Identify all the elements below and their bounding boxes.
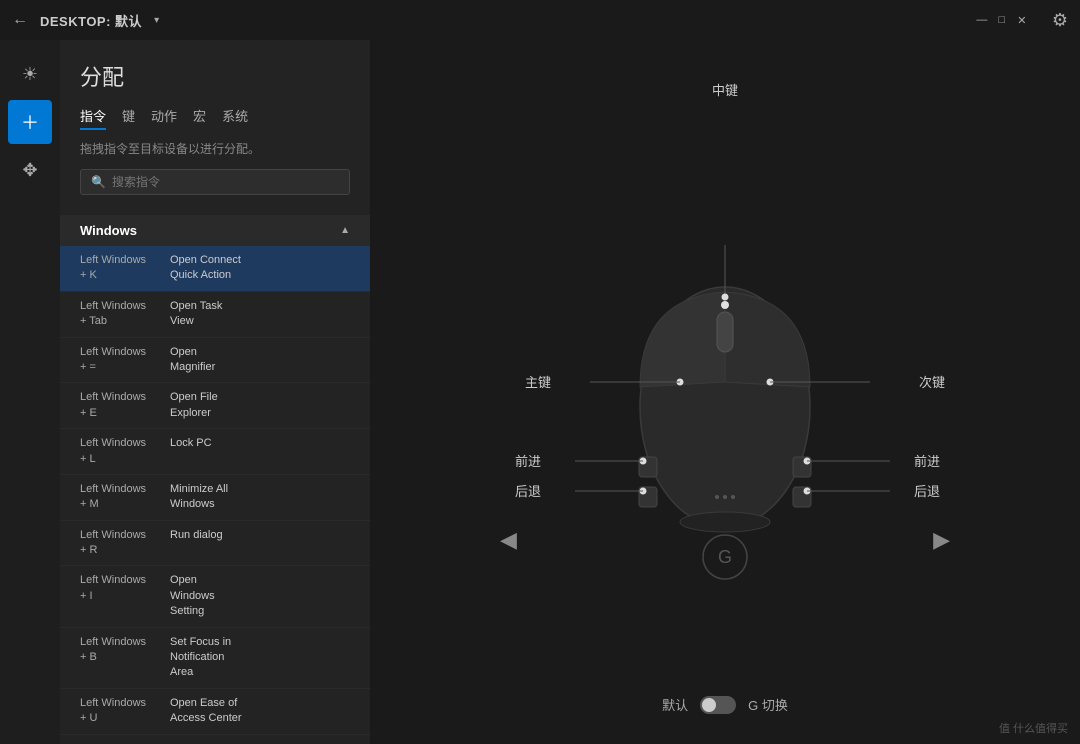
command-label: Open Task View <box>170 299 350 330</box>
mouse-area: 中键 <box>370 40 1080 744</box>
tab-action[interactable]: 动作 <box>151 106 177 130</box>
label-secondary-key: 次键 <box>919 372 945 391</box>
page-title: DESKTOP: 默认 <box>40 11 142 30</box>
command-label: Open Magnifier <box>170 345 350 376</box>
command-shortcut: Left Windows + L <box>80 436 170 467</box>
command-label: Minimize All Windows <box>170 482 350 513</box>
command-row[interactable]: Left Windows + MMinimize All Windows <box>60 475 370 521</box>
label-left-back: 后退 <box>515 481 541 500</box>
commands-header: 分配 指令 键 动作 宏 系统 拖拽指令至目标设备以进行分配。 🔍 <box>60 40 370 215</box>
commands-panel: 分配 指令 键 动作 宏 系统 拖拽指令至目标设备以进行分配。 🔍 Window… <box>60 40 370 744</box>
tab-key[interactable]: 键 <box>122 106 135 130</box>
category-windows[interactable]: Windows ▲ <box>60 215 370 246</box>
watermark: 值 什么值得买 <box>999 720 1068 736</box>
chevron-up-icon: ▲ <box>340 225 350 236</box>
command-label: Open Ease of Access Center <box>170 696 350 727</box>
command-row[interactable]: Left Windows + =Open Magnifier <box>60 338 370 384</box>
command-row[interactable]: Left Windows + IOpen Windows Setting <box>60 566 370 627</box>
command-shortcut: Left Windows + = <box>80 345 170 376</box>
command-label: Open Windows Setting <box>170 573 350 619</box>
label-right-back: 后退 <box>914 481 940 500</box>
search-box: 🔍 <box>80 169 350 195</box>
command-row[interactable]: Left Windows + TabOpen Task View <box>60 292 370 338</box>
command-shortcut: Left Windows + M <box>80 482 170 513</box>
command-shortcut: Left Windows + U <box>80 696 170 727</box>
mouse-svg: G <box>495 187 955 617</box>
toggle-knob <box>702 698 716 712</box>
command-row[interactable]: Left Windows + EOpen File Explorer <box>60 383 370 429</box>
command-label: Run dialog <box>170 528 350 543</box>
command-shortcut: Left Windows + Tab <box>80 299 170 330</box>
toggle-label-g: G 切换 <box>748 695 788 714</box>
command-row[interactable]: Left Windows + XOpen Quick Links <box>60 735 370 744</box>
label-main-key: 主键 <box>525 372 551 391</box>
icon-sidebar: ☀ ＋ ✥ <box>0 40 60 744</box>
toggle-switch[interactable] <box>700 696 736 714</box>
sidebar-icon-add[interactable]: ＋ <box>8 100 52 144</box>
commands-tabs: 指令 键 动作 宏 系统 <box>80 106 350 130</box>
settings-button[interactable]: ⚙ <box>1052 10 1068 31</box>
category-label: Windows <box>80 223 137 238</box>
minimize-button[interactable]: — <box>976 14 988 26</box>
svg-text:G: G <box>718 547 732 567</box>
command-row[interactable]: Left Windows + BSet Focus in Notificatio… <box>60 628 370 689</box>
search-icon: 🔍 <box>91 175 106 189</box>
commands-list: Windows ▲ Left Windows + KOpen Connect Q… <box>60 215 370 744</box>
command-label: Lock PC <box>170 436 350 451</box>
back-button[interactable]: ← <box>12 11 28 29</box>
nav-left-button[interactable]: ◀ <box>500 527 517 553</box>
command-label: Set Focus in Notification Area <box>170 635 350 681</box>
command-rows-container: Left Windows + KOpen Connect Quick Actio… <box>60 246 370 744</box>
main-layout: ☀ ＋ ✥ 分配 指令 键 动作 宏 系统 拖拽指令至目标设备以进行分配。 🔍 … <box>0 40 1080 744</box>
label-right-forward: 前进 <box>914 451 940 470</box>
command-row[interactable]: Left Windows + UOpen Ease of Access Cent… <box>60 689 370 735</box>
command-shortcut: Left Windows + K <box>80 253 170 284</box>
command-shortcut: Left Windows + E <box>80 390 170 421</box>
mouse-diagram: G <box>495 187 955 617</box>
command-row[interactable]: Left Windows + LLock PC <box>60 429 370 475</box>
search-input[interactable] <box>112 175 339 189</box>
close-button[interactable]: ✕ <box>1016 14 1028 26</box>
commands-description: 拖拽指令至目标设备以进行分配。 <box>80 140 350 157</box>
label-middle-button: 中键 <box>712 80 738 99</box>
tab-command[interactable]: 指令 <box>80 106 106 130</box>
command-row[interactable]: Left Windows + RRun dialog <box>60 521 370 567</box>
tab-system[interactable]: 系统 <box>222 106 248 130</box>
tab-macro[interactable]: 宏 <box>193 106 206 130</box>
title-bar: ← DESKTOP: 默认 ▾ — □ ✕ ⚙ <box>0 0 1080 40</box>
maximize-button[interactable]: □ <box>996 14 1008 26</box>
toggle-label-default: 默认 <box>662 695 688 714</box>
bottom-toggle-bar: 默认 G 切换 <box>662 695 788 714</box>
title-bar-left: ← DESKTOP: 默认 ▾ <box>12 11 159 30</box>
window-controls: — □ ✕ ⚙ <box>976 10 1068 31</box>
command-shortcut: Left Windows + R <box>80 528 170 559</box>
sidebar-icon-move[interactable]: ✥ <box>8 148 52 192</box>
dropdown-arrow-icon[interactable]: ▾ <box>154 15 159 26</box>
command-shortcut: Left Windows + I <box>80 573 170 604</box>
label-left-forward: 前进 <box>515 451 541 470</box>
sidebar-icon-brightness[interactable]: ☀ <box>8 52 52 96</box>
nav-right-button[interactable]: ▶ <box>933 527 950 553</box>
command-label: Open Connect Quick Action <box>170 253 350 284</box>
command-shortcut: Left Windows + B <box>80 635 170 666</box>
command-label: Open File Explorer <box>170 390 350 421</box>
command-row[interactable]: Left Windows + KOpen Connect Quick Actio… <box>60 246 370 292</box>
commands-title: 分配 <box>80 60 350 92</box>
